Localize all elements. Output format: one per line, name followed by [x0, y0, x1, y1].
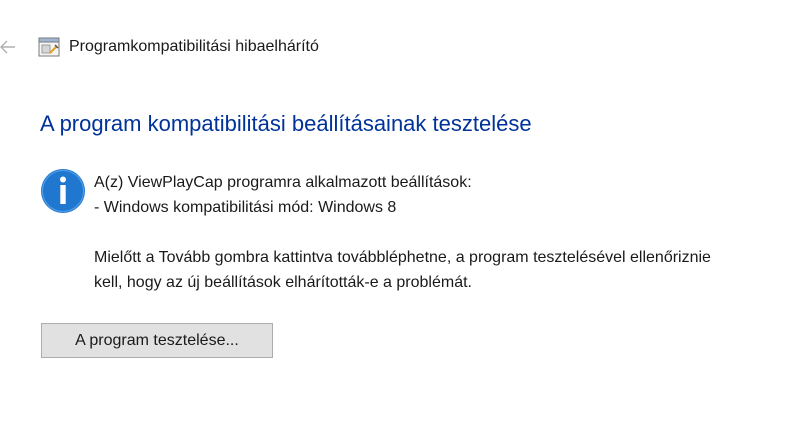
- back-button[interactable]: [0, 30, 20, 64]
- info-message: A(z) ViewPlayCap programra alkalmazott b…: [94, 170, 711, 295]
- instruction-line-1: Mielőtt a Tovább gombra kattintva tovább…: [94, 249, 711, 266]
- test-program-button[interactable]: A program tesztelése...: [41, 323, 273, 358]
- page-title: A program kompatibilitási beállításainak…: [40, 111, 532, 136]
- back-arrow-icon: [0, 40, 15, 54]
- compatibility-mode-setting: - Windows kompatibilitási mód: Windows 8: [94, 199, 397, 216]
- troubleshooter-icon: [38, 37, 60, 57]
- window-title: Programkompatibilitási hibaelhárító: [69, 38, 319, 55]
- title-bar: Programkompatibilitási hibaelhárító: [0, 30, 804, 64]
- troubleshooter-window: Programkompatibilitási hibaelhárító A pr…: [0, 0, 804, 430]
- applied-settings-label: A(z) ViewPlayCap programra alkalmazott b…: [94, 174, 472, 191]
- info-icon: [41, 169, 85, 213]
- instruction-line-2: kell, hogy az új beállítások elhárítottá…: [94, 274, 472, 291]
